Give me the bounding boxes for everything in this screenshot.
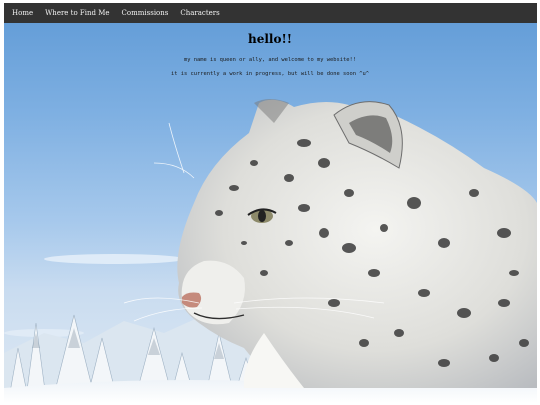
welcome-text: my name is queen or ally, and welcome to…	[183, 57, 356, 63]
page: Home Where to Find Me Commissions Charac…	[0, 0, 540, 405]
page-heading: hello!!	[247, 32, 292, 46]
nav-link-characters[interactable]: Characters	[174, 3, 225, 23]
main-content: hello!! my name is queen or ally, and we…	[0, 30, 540, 78]
progress-text: it is currently a work in progress, but …	[171, 71, 369, 77]
nav-link-where-to-find-me[interactable]: Where to Find Me	[39, 3, 115, 23]
nav-link-commissions[interactable]: Commissions	[116, 3, 175, 23]
nav-link-home[interactable]: Home	[6, 3, 39, 23]
top-navbar: Home Where to Find Me Commissions Charac…	[4, 3, 537, 23]
